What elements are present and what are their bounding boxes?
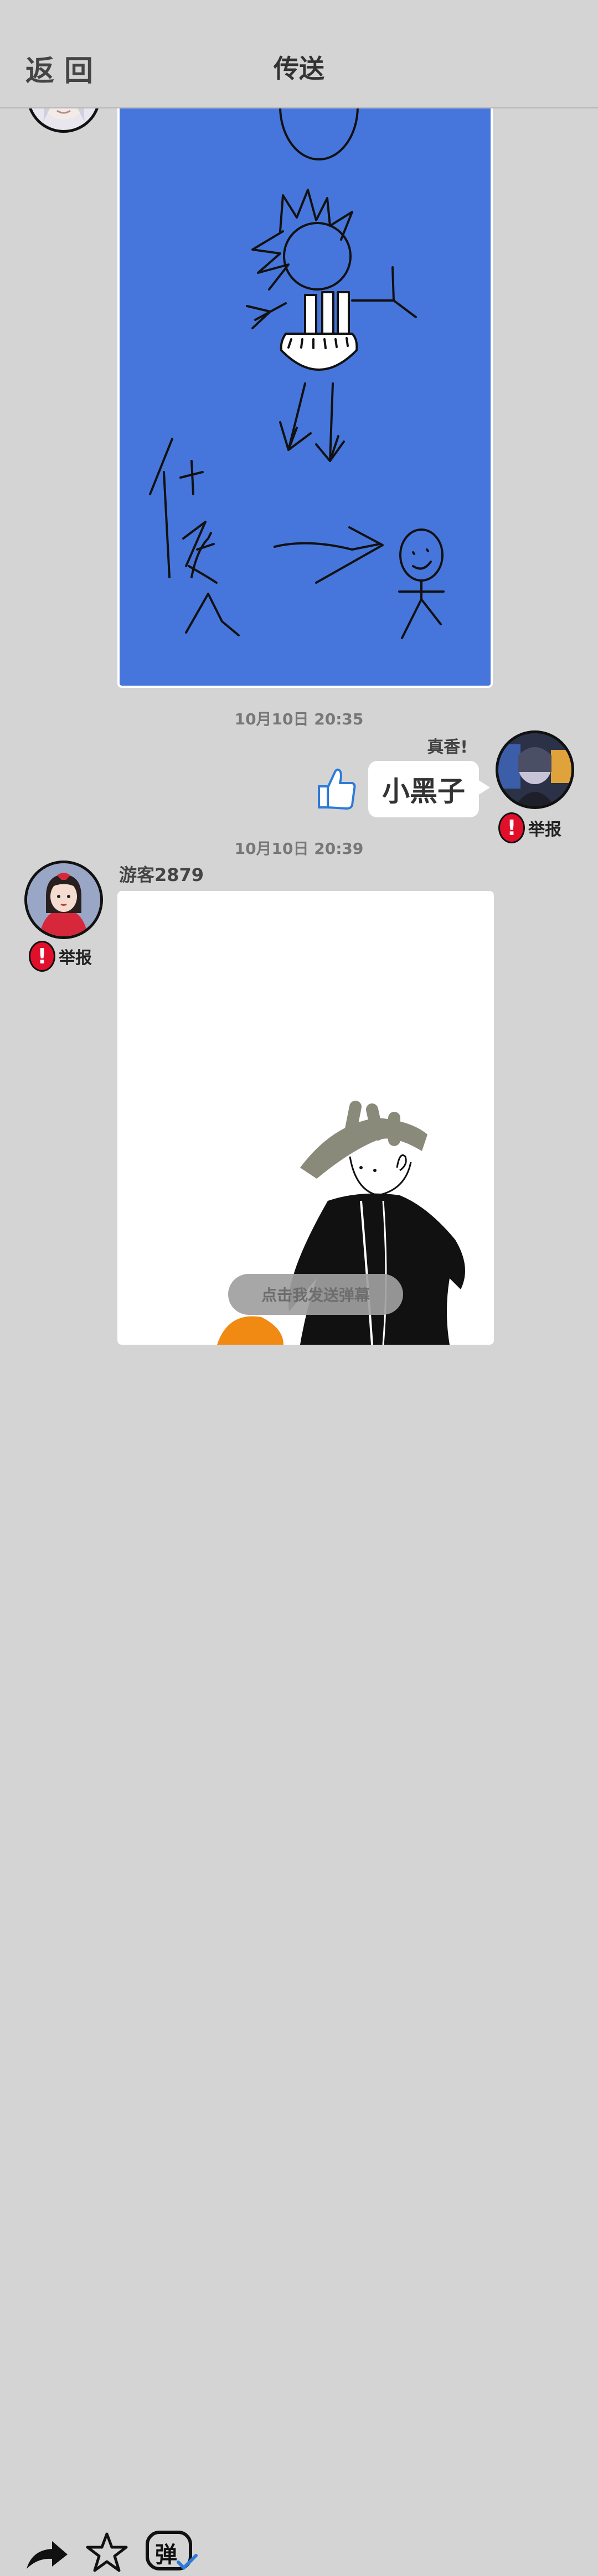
sender-name: 游客2879 [119,864,204,885]
user-avatar-red-hood[interactable] [24,861,103,939]
star-icon[interactable] [86,2532,128,2574]
top-bar: 返回 传送 [0,0,598,108]
danmaku-toggle-label: 弹 [155,2542,177,2568]
timestamp: 10月10日 20:35 [234,710,364,728]
danmaku-toggle-button[interactable]: 弹 [145,2529,200,2573]
sender-caption: 真香! [427,738,468,757]
user-avatar-dark[interactable] [496,730,574,809]
drawing-image-blue[interactable] [117,107,493,688]
share-icon[interactable] [24,2534,69,2573]
message-bubble[interactable]: 小黑子 [368,761,490,817]
timestamp: 10月10日 20:39 [234,839,364,858]
alert-icon: ! [29,941,55,972]
thumb-up-icon[interactable] [316,766,357,811]
report-button[interactable]: ! 举报 [29,941,92,972]
danmaku-input[interactable]: 点击我发送弹幕 [228,1274,403,1315]
page-title: 传送 [274,54,324,84]
report-label: 举报 [59,948,92,968]
